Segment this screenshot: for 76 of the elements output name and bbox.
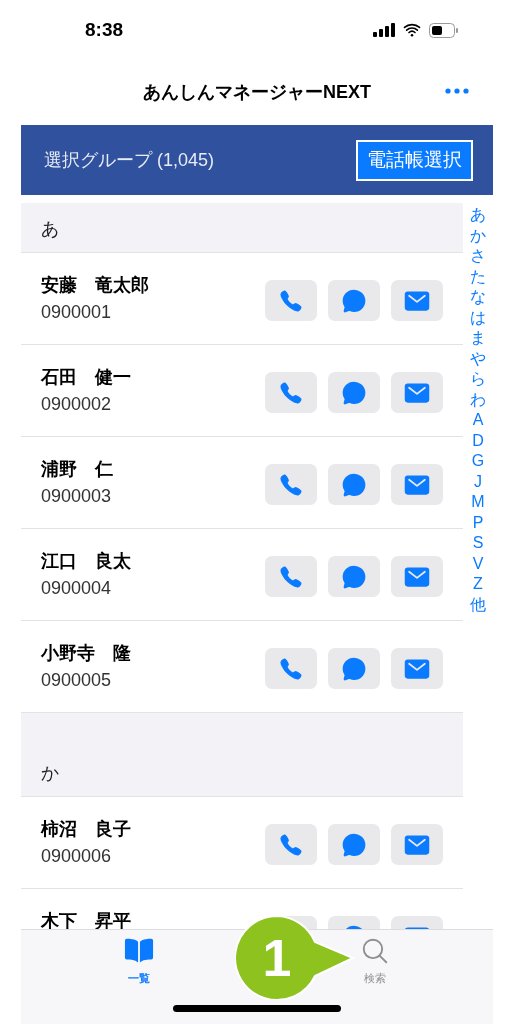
message-button[interactable] [328, 648, 380, 689]
contact-name: 石田 健一 [41, 367, 132, 387]
index-letter[interactable]: や [470, 348, 486, 369]
index-letter[interactable]: か [470, 225, 486, 246]
contact-name: 柿沼 良子 [41, 819, 132, 839]
index-letter[interactable]: な [470, 287, 486, 308]
index-letter[interactable]: M [471, 492, 485, 513]
group-label: 選択グループ (1,045) [44, 148, 215, 172]
contact-name: 浦野 仁 [41, 459, 114, 479]
phone-icon [279, 832, 303, 857]
status-time: 8:38 [85, 17, 124, 42]
contact-number: 0900002 [41, 393, 113, 416]
contact-number: 0900004 [41, 577, 113, 600]
mail-button[interactable] [391, 464, 443, 505]
signal-icon [373, 23, 395, 37]
index-letter[interactable]: G [471, 451, 485, 472]
index-letter[interactable]: Z [473, 574, 483, 595]
index-letter[interactable]: V [472, 553, 484, 574]
index-letter[interactable]: た [470, 266, 486, 287]
chat-bubble-icon [341, 287, 367, 314]
chat-bubble-icon [341, 471, 367, 498]
index-letter[interactable]: ま [470, 328, 486, 349]
message-button[interactable] [328, 824, 380, 865]
chat-bubble-icon [341, 379, 367, 406]
search-icon [360, 936, 390, 966]
mail-button[interactable] [391, 648, 443, 689]
index-letter[interactable]: S [472, 533, 484, 554]
message-button[interactable] [328, 556, 380, 597]
section-letter: あ [41, 218, 59, 241]
contact-number: 0900003 [41, 485, 113, 508]
chat-bubble-icon [341, 563, 367, 590]
phonebook-select-button[interactable]: 電話帳選択 [356, 139, 473, 181]
message-button[interactable] [328, 464, 380, 505]
call-button[interactable] [265, 280, 317, 321]
index-letter[interactable]: は [470, 307, 486, 328]
call-button[interactable] [265, 464, 317, 505]
mail-button[interactable] [391, 372, 443, 413]
call-button[interactable] [265, 648, 317, 689]
phone-icon [279, 564, 303, 589]
contact-name: 安藤 竜太郎 [41, 275, 150, 295]
battery-icon [429, 22, 459, 38]
contact-number: 0900001 [41, 301, 113, 324]
contact-number: 0900005 [41, 669, 113, 692]
index-letter[interactable]: D [472, 430, 484, 451]
phone-icon [279, 656, 303, 681]
tab[interactable]: 検索 [358, 936, 392, 987]
index-letter[interactable]: A [472, 410, 484, 431]
more-icon[interactable] [445, 88, 469, 94]
phone-icon [279, 288, 303, 313]
call-button[interactable] [265, 824, 317, 865]
message-button[interactable] [328, 280, 380, 321]
message-button[interactable] [328, 372, 380, 413]
app-title: あんしんマネージャーNEXT [143, 81, 371, 104]
index-letter[interactable]: あ [470, 205, 486, 226]
contact-name: 江口 良太 [41, 551, 132, 571]
section-letter: か [41, 762, 59, 785]
call-button[interactable] [265, 556, 317, 597]
call-button[interactable] [265, 372, 317, 413]
chat-bubble-icon [341, 655, 367, 682]
chat-bubble-icon [341, 831, 367, 858]
step-callout-tooltip: 1 [235, 916, 355, 1000]
index-letter[interactable]: J [474, 471, 482, 492]
tab[interactable]: 一覧 [120, 936, 158, 987]
index-letter[interactable]: さ [470, 246, 486, 267]
index-letter[interactable]: P [472, 512, 484, 533]
contact-number: 0900006 [41, 845, 113, 868]
phone-icon [279, 380, 303, 405]
contact-name: 木下 昇平 [41, 911, 132, 929]
index-letter[interactable]: 他 [470, 594, 486, 615]
index-letter[interactable]: ら [470, 369, 486, 390]
phone-icon [279, 472, 303, 497]
contact-name: 小野寺 隆 [41, 643, 132, 663]
index-letter[interactable]: わ [470, 389, 486, 410]
mail-button[interactable] [391, 556, 443, 597]
mail-button[interactable] [391, 280, 443, 321]
mail-button[interactable] [391, 824, 443, 865]
